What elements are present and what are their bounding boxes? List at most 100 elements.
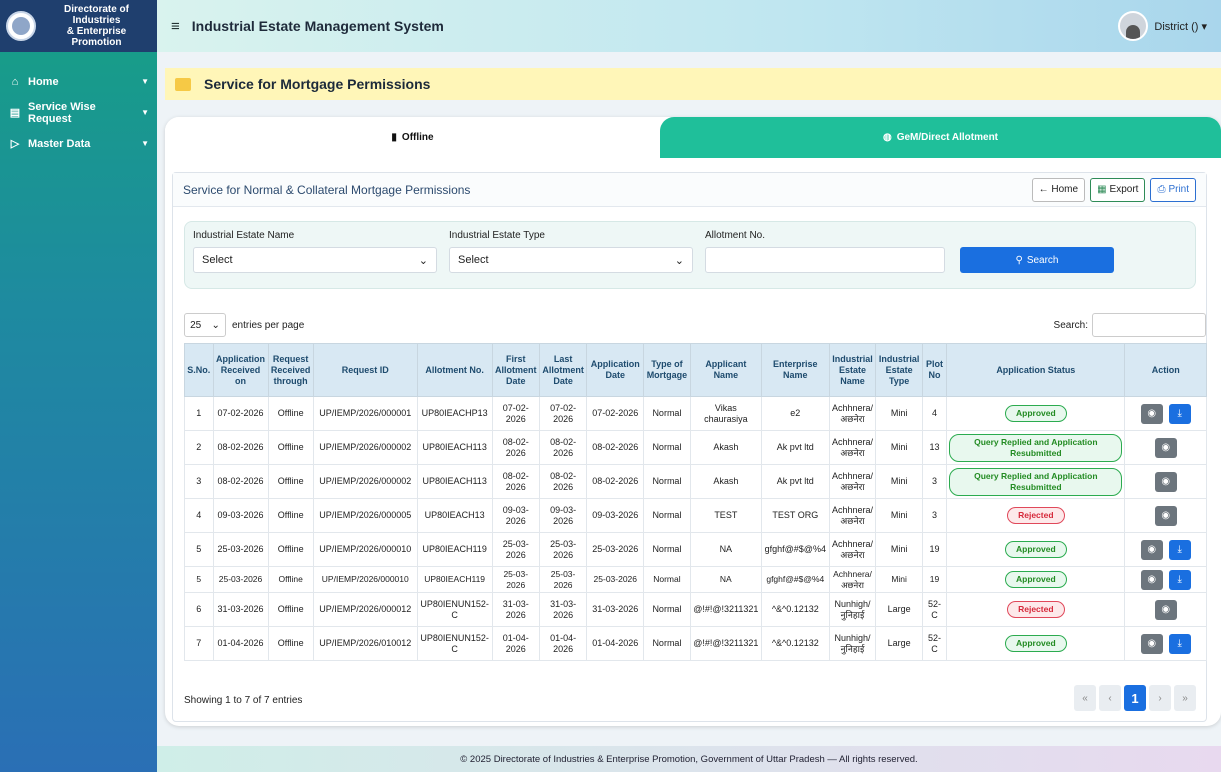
view-button[interactable]: ◉ [1154,505,1177,526]
download-button[interactable]: ⤓ [1168,539,1191,560]
table-row: 4 09-03-2026 Offline UP/IEMP/2026/000005 UP8… [184,498,1207,533]
globe-icon: ◍ [882,132,892,143]
action-cell: ◉ [1124,430,1207,465]
allotment-input[interactable] [705,247,945,273]
tab-offline[interactable]: ▮ Offline [165,117,660,158]
table-cell: ^&^0.12132 [761,626,830,661]
table-search-input[interactable] [1092,313,1206,337]
export-button[interactable]: ▦ Export [1090,177,1146,202]
sidebar-item-label: Home [28,75,59,88]
column-header[interactable]: Request ID [312,343,418,397]
column-header[interactable]: Application Date [586,343,645,397]
table-cell: 09-03-2026 [491,498,540,533]
column-header[interactable]: Application Status [946,343,1126,397]
user-menu[interactable]: District () ▾ [1118,11,1207,41]
table-cell: Normal [643,532,691,567]
column-header[interactable]: Action [1124,343,1207,397]
download-button[interactable]: ⤓ [1168,569,1191,590]
column-header[interactable]: Allotment No. [416,343,493,397]
table-cell: 1 [184,396,214,431]
table-cell: Nunhigh/ नुनिहाई [828,626,877,661]
home-button[interactable]: ← Home [1031,177,1086,202]
table-cell: 08-02-2026 [538,430,588,465]
table-cell: 4 [184,498,214,533]
tab-gem-direct-allotment[interactable]: ◍ GeM/Direct Allotment [660,117,1221,158]
sidebar-item-master-data[interactable]: ▷ Master Data ▼ [0,128,157,159]
table-cell: UP/IEMP/2026/000005 [312,498,418,533]
page-1-button[interactable]: 1 [1124,685,1146,711]
download-button[interactable]: ⤓ [1168,403,1191,424]
menu-toggle-icon[interactable]: ≡ [171,18,180,35]
table-cell: Normal [643,626,691,661]
main-card: ▮ Offline ◍ GeM/Direct Allotment Service… [165,117,1221,726]
avatar [1118,11,1149,41]
status-badge: Approved [1004,541,1067,558]
status-cell: Approved [946,566,1126,593]
column-header[interactable]: First Allotment Date [491,343,540,397]
page-icon [175,77,191,91]
column-header[interactable]: Type of Mortgage [643,343,691,397]
filter-panel: Industrial Estate Name Select ⌄ Industri… [184,221,1196,289]
pager-nav-button[interactable]: › [1149,685,1171,711]
estate-type-value: Select [458,254,489,266]
table-cell: Offline [267,626,314,661]
export-button-label: Export [1109,184,1139,195]
table-cell: Normal [643,430,691,465]
column-header[interactable]: S.No. [184,343,214,397]
table-cell: Normal [643,498,691,533]
column-header[interactable]: Application Received on [212,343,269,397]
print-button[interactable]: ⎙ Print [1150,177,1196,202]
view-button[interactable]: ◉ [1140,569,1163,590]
table-cell: 31-03-2026 [212,592,269,627]
status-cell: Approved [946,396,1126,431]
table-cell: Mini [875,464,923,499]
table-cell: 07-02-2026 [491,396,540,431]
table-cell: UP/IEMP/2026/000012 [312,592,418,627]
download-button[interactable]: ⤓ [1168,633,1191,654]
pager-nav-button[interactable]: ‹ [1099,685,1121,711]
estate-type-label: Industrial Estate Type [449,230,545,241]
row-actions: ◉ [1154,599,1177,620]
chevron-down-icon: ⌄ [418,254,428,267]
pager-nav-button[interactable]: « [1074,685,1096,711]
table-cell: 13 [921,430,948,465]
view-button[interactable]: ◉ [1140,403,1163,424]
column-header[interactable]: Plot No [921,343,948,397]
table-cell: 01-04-2026 [491,626,540,661]
search-button[interactable]: ⚲ Search [960,247,1114,273]
table-cell: e2 [761,396,830,431]
column-header[interactable]: Applicant Name [689,343,763,397]
estate-name-select[interactable]: Select ⌄ [193,247,437,273]
emblem-logo [6,11,36,41]
column-header[interactable]: Enterprise Name [761,343,830,397]
topbar: ≡ Industrial Estate Management System Di… [157,0,1221,52]
grid-icon: ▦ [1097,184,1107,195]
view-button[interactable]: ◉ [1154,599,1177,620]
table-cell: 52-C [921,592,948,627]
status-cell: Approved [946,532,1126,567]
pager-nav-button[interactable]: » [1174,685,1196,711]
column-header[interactable]: Industrial Estate Name [828,343,877,397]
row-actions: ◉ [1154,505,1177,526]
sidebar-item-home[interactable]: ⌂ Home ▼ [0,66,157,97]
search-icon: ⚲ [1015,254,1023,266]
sidebar-item-service-wise-request[interactable]: ▤ Service Wise Request ▼ [0,97,157,128]
column-header[interactable]: Last Allotment Date [538,343,588,397]
table-cell: UP80IEACH113 [416,464,493,499]
action-cell: ◉ [1124,592,1207,627]
view-button[interactable]: ◉ [1140,539,1163,560]
user-name: District () ▾ [1154,20,1207,33]
action-cell: ◉ ⤓ [1124,566,1207,593]
table-cell: UP80IEACH119 [416,532,493,567]
view-button[interactable]: ◉ [1140,633,1163,654]
view-button[interactable]: ◉ [1154,471,1177,492]
column-header[interactable]: Request Received through [267,343,314,397]
view-button[interactable]: ◉ [1154,437,1177,458]
estate-type-select[interactable]: Select ⌄ [449,247,693,273]
table-cell: 25-03-2026 [491,532,540,567]
per-page-select[interactable]: 25 ⌄ [184,313,226,337]
table-cell: 7 [184,626,214,661]
table-cell: Offline [267,592,314,627]
table-cell: 52-C [921,626,948,661]
column-header[interactable]: Industrial Estate Type [875,343,923,397]
